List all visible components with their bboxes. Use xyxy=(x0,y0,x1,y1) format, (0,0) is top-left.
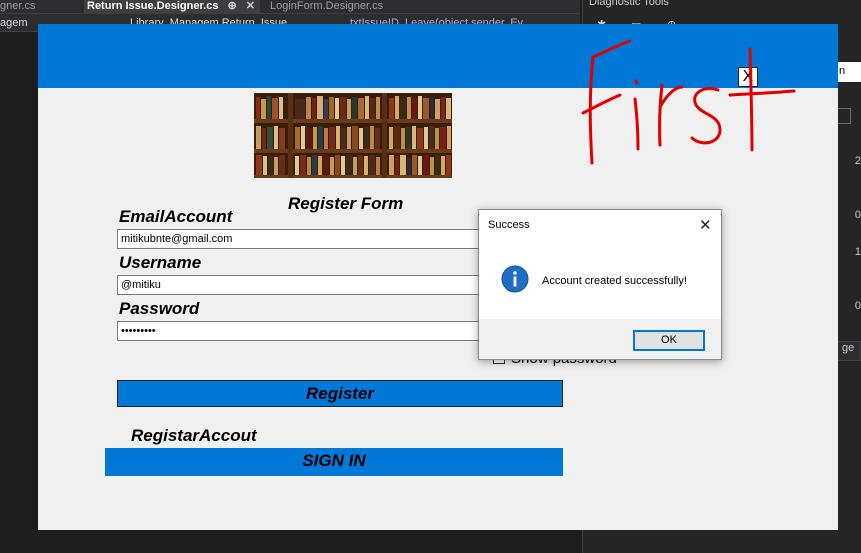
form-title: Register Form xyxy=(288,194,404,213)
tab-label: Return Issue.Designer.cs xyxy=(87,0,219,12)
bookshelf-image xyxy=(254,93,452,178)
email-label: EmailAccount xyxy=(119,207,233,226)
username-field[interactable]: @mitiku xyxy=(117,275,479,295)
panel-title: Diagnostic Tools xyxy=(589,0,669,8)
tab-loginform-designer[interactable]: LoginForm.Designer.cs xyxy=(270,0,420,14)
email-field[interactable]: mitikubnte@gmail.com xyxy=(117,229,479,249)
password-field[interactable]: ••••••••• xyxy=(117,321,479,341)
metric-value: 0 xyxy=(854,209,861,221)
dialog-title: Success xyxy=(488,219,530,231)
dialog-footer: OK xyxy=(479,319,721,359)
account-link-label[interactable]: RegistarAccout xyxy=(131,426,257,446)
dialog-message: Account created successfully! xyxy=(542,275,687,287)
tab-right-panel[interactable]: n xyxy=(837,62,861,82)
metric-value: 0 xyxy=(854,300,861,312)
editor-margin xyxy=(0,32,38,553)
tab-designer[interactable]: gner.cs xyxy=(0,0,40,14)
username-label: Username xyxy=(119,253,202,272)
ok-button[interactable]: OK xyxy=(633,330,705,351)
checkbox-box xyxy=(837,108,851,124)
register-button[interactable]: Register xyxy=(117,380,563,407)
tab-usage[interactable]: ge xyxy=(837,341,861,361)
bookshelf-illustration xyxy=(254,93,452,178)
success-dialog: Success ✕ Account created successfully! … xyxy=(478,209,722,360)
info-icon xyxy=(501,265,529,293)
sign-in-button[interactable]: SIGN IN xyxy=(105,448,563,476)
document-tab-bar: gner.cs Return Issue.Designer.cs ⊕ ✕ Log… xyxy=(0,0,580,14)
tab-label: LoginForm.Designer.cs xyxy=(270,0,384,12)
handwritten-annotation xyxy=(581,39,796,165)
dialog-close-button[interactable]: ✕ xyxy=(699,216,712,234)
metric-value: 2 xyxy=(854,155,861,167)
tab-label: gner.cs xyxy=(0,0,36,12)
metric-value: 1 xyxy=(854,246,861,258)
pin-icon[interactable]: ⊕ xyxy=(228,0,237,12)
password-label: Password xyxy=(119,299,200,318)
close-icon[interactable]: ✕ xyxy=(246,0,255,12)
tab-return-issue-designer[interactable]: Return Issue.Designer.cs ⊕ ✕ xyxy=(84,0,260,14)
